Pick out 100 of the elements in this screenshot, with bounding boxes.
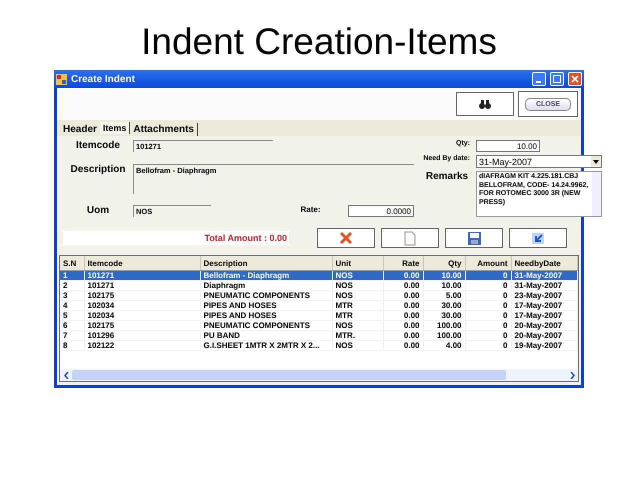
table-cell: 17-May-2007 [511, 300, 577, 310]
tab[interactable]: Header [60, 123, 100, 136]
maximize-icon [553, 75, 561, 83]
close-button[interactable] [568, 72, 582, 86]
table-cell: 20-May-2007 [511, 320, 577, 330]
column-header[interactable]: Description [200, 256, 332, 270]
table-cell: 0 [465, 320, 511, 330]
table-cell: G.I.SHEET 1MTR X 2MTR X 2... [200, 340, 332, 350]
column-header[interactable]: Itemcode [84, 256, 200, 270]
table-row[interactable]: 8 102122 G.I.SHEET 1MTR X 2MTR X 2... NOS 0.00 4.00 0 19-May-2007 [60, 340, 577, 350]
find-button[interactable] [456, 92, 514, 116]
table-cell: 0.00 [383, 340, 423, 350]
table-cell: 10.00 [423, 280, 465, 290]
field-label: Itemcode [75, 140, 121, 151]
horizontal-scrollbar[interactable] [60, 369, 578, 381]
table-cell: 101271 [84, 280, 200, 290]
slide-title: Indent Creation-Items [140, 20, 498, 64]
table-cell: NOS [332, 340, 383, 350]
table-cell: 102175 [84, 290, 200, 300]
table-cell: 6 [60, 320, 84, 330]
table-cell: 4.00 [423, 340, 465, 350]
table-cell: Diaphragm [200, 280, 332, 290]
save-button[interactable] [445, 228, 503, 248]
save-icon [466, 230, 482, 246]
table-cell: 5 [60, 310, 84, 320]
field-label: Description [69, 164, 126, 175]
table-row[interactable]: 5 102034 PIPES AND HOSES MTR 0.00 30.00 0 17-May-2007 [60, 310, 577, 320]
table-cell: 17-May-2007 [511, 310, 577, 320]
field-label: Rate: [299, 205, 322, 214]
table-row[interactable]: 2 101271 Diaphragm NOS 0.00 10.00 0 31-May-2007 [60, 280, 577, 290]
table-cell: 0.00 [383, 280, 423, 290]
table-cell: 4 [60, 300, 84, 310]
table-cell: 0 [465, 310, 511, 320]
table-cell: 100.00 [423, 320, 465, 330]
table-row[interactable]: 4 102034 PIPES AND HOSES MTR 0.00 30.00 0 17-May-2007 [60, 300, 577, 310]
table-cell: 0.00 [383, 320, 423, 330]
undo-button[interactable] [509, 228, 567, 248]
table-cell: 102122 [84, 340, 200, 350]
table-cell: 8 [60, 340, 84, 350]
table-row[interactable]: 1 101271 Bellofram - Diaphragm NOS 0.00 10.00 0 31-May-2007 [60, 270, 577, 280]
app-icon [56, 74, 67, 84]
delete-button[interactable] [317, 228, 375, 248]
date-dropdown[interactable]: 31-May-2007 [476, 155, 602, 168]
table-cell: 0.00 [383, 330, 423, 340]
table-cell: 0.00 [383, 310, 423, 320]
table-cell: 3 [60, 290, 84, 300]
tab[interactable]: Attachments [130, 123, 198, 136]
new-button[interactable] [381, 228, 439, 248]
table-cell: 0 [465, 340, 511, 350]
maximize-button[interactable] [550, 72, 564, 86]
window-title: Create Indent [71, 74, 136, 84]
table-cell: PNEUMATIC COMPONENTS [200, 320, 332, 330]
minimize-button[interactable] [532, 72, 546, 86]
close-icon [571, 75, 579, 83]
table-cell: 1 [60, 270, 84, 280]
column-header[interactable]: Qty [423, 256, 465, 270]
table-cell: NOS [332, 290, 383, 300]
table-cell: 100.00 [423, 330, 465, 340]
table-cell: MTR [332, 300, 383, 310]
table-cell: 0.00 [383, 290, 423, 300]
table-cell: MTR [332, 310, 383, 320]
table-cell: 102034 [84, 300, 200, 310]
table-cell: NOS [332, 320, 383, 330]
table-row[interactable]: 6 102175 PNEUMATIC COMPONENTS NOS 0.00 100.00 0 20-May-2007 [60, 320, 577, 330]
table-cell: 5.00 [423, 290, 465, 300]
binoculars-icon [479, 100, 491, 108]
table-cell: PIPES AND HOSES [200, 310, 332, 320]
delete-icon [338, 230, 354, 246]
table-cell: PU BAND [200, 330, 332, 340]
table-cell: 23-May-2007 [511, 290, 577, 300]
table-cell: 0 [465, 290, 511, 300]
column-header[interactable]: Unit [332, 256, 383, 270]
table-cell: 19-May-2007 [511, 340, 577, 350]
field-label: Remarks [424, 171, 470, 184]
table-cell: 2 [60, 280, 84, 290]
table-cell: 102175 [84, 320, 200, 330]
table-cell: 0 [465, 330, 511, 340]
tab[interactable]: Items [100, 122, 130, 134]
table-cell: NOS [332, 280, 383, 290]
input-field[interactable]: 10.00 [476, 140, 540, 152]
column-header[interactable]: NeedbyDate [511, 256, 577, 270]
table-cell: 102034 [84, 310, 200, 320]
table-cell: 20-May-2007 [511, 330, 577, 340]
total-amount: Total Amount : 0.00 [63, 231, 289, 245]
column-header[interactable]: S.N [60, 256, 84, 270]
column-header[interactable]: Amount [465, 256, 511, 270]
document-icon [404, 230, 416, 246]
table-cell: 30.00 [423, 310, 465, 320]
table-cell: PIPES AND HOSES [200, 300, 332, 310]
table-row[interactable]: 7 101296 PU BAND MTR. 0.00 100.00 0 20-May-2007 [60, 330, 577, 340]
table-row[interactable]: 3 102175 PNEUMATIC COMPONENTS NOS 0.00 5.00 0 23-May-2007 [60, 290, 577, 300]
caret-icon [593, 160, 599, 164]
table-cell: 7 [60, 330, 84, 340]
table-cell: 0.00 [383, 300, 423, 310]
table-cell: PNEUMATIC COMPONENTS [200, 290, 332, 300]
input-field[interactable]: 0.0000 [348, 205, 414, 218]
table-cell: 101296 [84, 330, 200, 340]
column-header[interactable]: Rate [383, 256, 423, 270]
table-cell: 0 [465, 300, 511, 310]
field-label: Uom [86, 205, 110, 216]
